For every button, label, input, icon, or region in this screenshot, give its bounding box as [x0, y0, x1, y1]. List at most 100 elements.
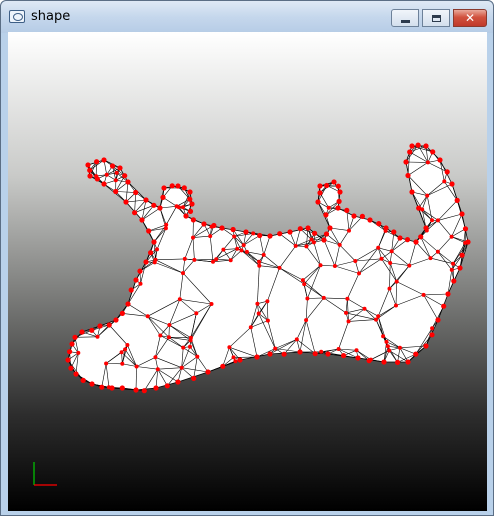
- mesh-vertex: [97, 323, 103, 329]
- mesh-vertex: [175, 379, 181, 385]
- maximize-button[interactable]: [422, 9, 450, 27]
- mesh-vertex: [214, 257, 219, 262]
- mesh-vertex: [430, 326, 435, 331]
- mesh-vertex: [190, 217, 196, 223]
- mesh-vertex: [79, 329, 85, 335]
- window-title: shape: [31, 9, 71, 24]
- mesh-vertex: [428, 256, 433, 261]
- mesh-vertex: [106, 322, 112, 328]
- mesh-vertex: [125, 179, 131, 185]
- mesh-vertex: [325, 351, 331, 357]
- mesh-vertex: [326, 205, 331, 210]
- mesh-vertex: [128, 287, 134, 293]
- mesh-vertex: [122, 173, 128, 179]
- mesh-vertex: [397, 235, 403, 241]
- mesh-vertex: [221, 247, 226, 252]
- mesh-vertex: [407, 263, 412, 268]
- mesh-vertex: [297, 349, 303, 355]
- mesh-vertex: [104, 361, 109, 366]
- mesh-vertex: [189, 201, 195, 207]
- mesh-vertex: [435, 249, 440, 254]
- mesh-vertex: [315, 199, 321, 205]
- mesh-vertex: [175, 183, 181, 189]
- mesh-vertex: [243, 229, 249, 235]
- mesh-vertex: [337, 242, 342, 247]
- mesh-vertex: [277, 265, 282, 270]
- mesh-vertex: [404, 237, 411, 243]
- mesh-vertex: [251, 231, 256, 236]
- mesh-vertex: [248, 325, 253, 330]
- mesh-vertex: [101, 157, 107, 163]
- mesh-vertex: [317, 183, 323, 189]
- mesh-vertex: [255, 301, 260, 306]
- mesh-vertex: [101, 181, 107, 187]
- mesh-vertex: [420, 207, 425, 212]
- mesh-vertex: [133, 189, 139, 196]
- opengl-viewport[interactable]: [8, 32, 487, 511]
- mesh-vertex: [403, 159, 409, 165]
- mesh-vertex: [146, 228, 152, 234]
- mesh-vertex: [187, 189, 193, 195]
- mesh-vertex: [449, 181, 455, 187]
- mesh-vertex: [232, 234, 237, 239]
- minimize-button[interactable]: [391, 9, 419, 27]
- mesh-vertex: [194, 311, 199, 316]
- mesh-vertex: [220, 363, 226, 369]
- mesh-vertex: [394, 279, 399, 284]
- mesh-vertex: [257, 232, 263, 239]
- mesh-vertex: [167, 323, 172, 327]
- app-window: shape ✕: [0, 0, 494, 516]
- mesh-vertex: [155, 367, 160, 372]
- minimize-icon: [400, 19, 410, 23]
- mesh-vertex: [395, 359, 401, 365]
- mesh-vertex: [391, 229, 397, 235]
- mesh-vertex: [345, 296, 350, 301]
- mesh-vertex: [160, 194, 166, 200]
- close-button[interactable]: ✕: [453, 9, 487, 27]
- mesh-vertex: [293, 243, 298, 248]
- opengl-app-icon[interactable]: [9, 10, 25, 23]
- mesh-vertex: [182, 256, 187, 261]
- mesh-vertex: [297, 226, 303, 232]
- mesh-vertex: [181, 185, 187, 191]
- mesh-vertex: [183, 213, 189, 219]
- mesh-vertex: [442, 179, 447, 184]
- mesh-vertex: [177, 297, 182, 302]
- mesh-vertex: [164, 222, 169, 227]
- mesh-vertex: [300, 278, 305, 283]
- mesh-vertex: [430, 149, 436, 155]
- mesh-vertex: [87, 173, 93, 179]
- mesh-vertex: [305, 225, 311, 231]
- mesh-vertex: [389, 249, 394, 254]
- mesh-vertex: [141, 388, 147, 394]
- mesh-vertex: [94, 159, 100, 165]
- mesh-vertex: [166, 335, 171, 340]
- mesh-vertex: [148, 250, 154, 256]
- mesh-vertex: [239, 248, 244, 253]
- mesh-vertex: [65, 357, 71, 363]
- mesh-vertex: [187, 196, 193, 202]
- title-bar[interactable]: shape ✕: [1, 1, 493, 33]
- mesh-vertex: [187, 208, 194, 214]
- mesh-vertex: [424, 228, 429, 233]
- mesh-vertex: [318, 263, 323, 268]
- mesh-vertex: [449, 267, 454, 272]
- mesh-vertex: [174, 204, 179, 209]
- mesh-vertex: [362, 306, 367, 311]
- mesh-vertex: [237, 357, 243, 363]
- mesh-vertex: [94, 174, 99, 179]
- mesh-vertex: [437, 157, 443, 163]
- mesh-vertex: [409, 189, 415, 195]
- mesh-vertex: [119, 385, 125, 391]
- mesh-vertex: [421, 292, 426, 297]
- mesh-vertex: [381, 359, 387, 365]
- mesh-vertex: [336, 347, 341, 351]
- mesh-vertex: [429, 332, 435, 338]
- mesh-vertex: [277, 231, 283, 237]
- mesh-vertex: [430, 218, 434, 223]
- mesh-vertex: [327, 225, 333, 231]
- mesh-vertex: [335, 205, 341, 211]
- mesh-vertex: [312, 230, 318, 236]
- mesh-vertex: [120, 361, 125, 366]
- mesh-vertex: [332, 264, 337, 268]
